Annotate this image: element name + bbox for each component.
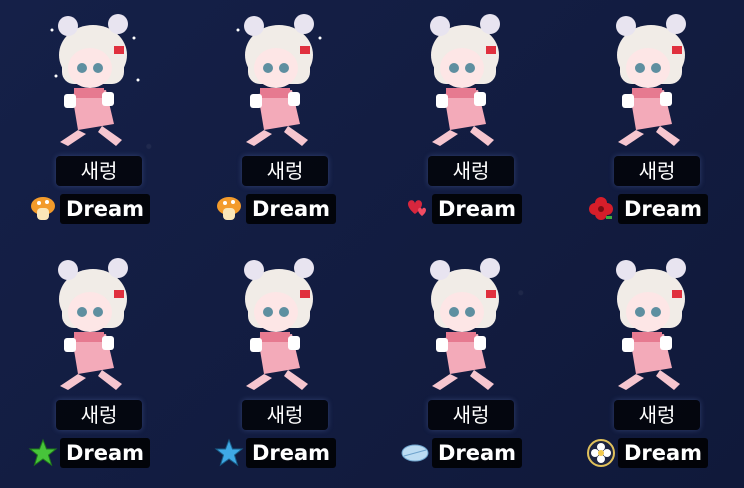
blue-star-icon <box>214 438 244 467</box>
avatar-card[interactable]: 새렁 Dream <box>558 244 744 488</box>
red-flower-icon <box>589 197 613 220</box>
guild-name: Dream <box>60 438 150 468</box>
guild-name: Dream <box>60 194 150 224</box>
character-name: 새렁 <box>242 400 328 430</box>
character-sprite <box>616 14 686 146</box>
avatar-card[interactable]: 새렁 Dream <box>186 244 372 488</box>
guild-name: Dream <box>432 194 522 224</box>
avatar-card[interactable]: 새렁 Dream <box>186 0 372 244</box>
guild-name: Dream <box>618 438 708 468</box>
character-name: 새렁 <box>56 156 142 186</box>
feather-icon <box>401 444 429 462</box>
orange-mushroom-icon <box>31 197 55 220</box>
guild-name: Dream <box>618 194 708 224</box>
character-sprite <box>236 14 322 146</box>
character-name: 새렁 <box>614 156 700 186</box>
character-sprite <box>430 14 500 146</box>
avatar-card[interactable]: 새렁 Dream <box>372 244 558 488</box>
guild-name: Dream <box>432 438 522 468</box>
character-name: 새렁 <box>242 156 328 186</box>
character-name: 새렁 <box>56 400 142 430</box>
character-sprite <box>50 14 140 146</box>
character-name: 새렁 <box>428 156 514 186</box>
character-name: 새렁 <box>614 400 700 430</box>
character-sprite <box>58 258 128 390</box>
hearts-icon <box>408 200 426 216</box>
avatar-card[interactable]: 새렁 Dream <box>558 0 744 244</box>
avatar-card[interactable]: 새렁 Dream <box>0 244 186 488</box>
guild-name: Dream <box>246 438 336 468</box>
character-sprite <box>616 258 686 390</box>
avatar-grid: 새렁 Dream 새렁 Dream 새렁 Dream 새렁 Dream 새렁 D… <box>0 0 744 488</box>
avatar-card[interactable]: 새렁 Dream <box>372 0 558 244</box>
avatar-card[interactable]: 새렁 Dream <box>0 0 186 244</box>
character-sprite <box>244 258 314 390</box>
daisy-icon <box>587 439 615 467</box>
green-star-icon <box>28 438 58 467</box>
character-sprite <box>430 258 500 390</box>
character-name: 새렁 <box>428 400 514 430</box>
orange-mushroom-icon <box>217 197 241 220</box>
guild-name: Dream <box>246 194 336 224</box>
